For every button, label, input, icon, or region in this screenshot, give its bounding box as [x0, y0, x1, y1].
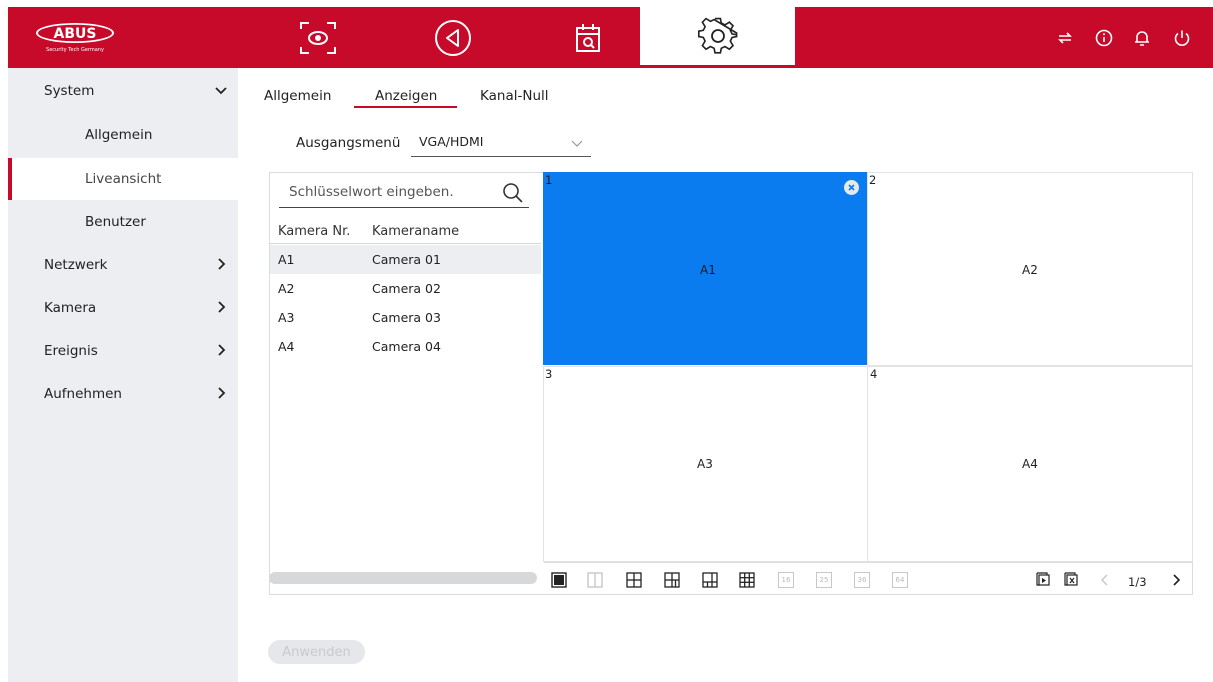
output-menu-value: VGA/HDMI	[419, 134, 484, 149]
swap-icon[interactable]	[1052, 25, 1078, 51]
camera-no: A1	[278, 252, 295, 267]
search-records-tab[interactable]	[548, 7, 628, 68]
chevron-right-icon	[218, 258, 226, 270]
next-page-icon[interactable]	[1168, 572, 1184, 588]
output-menu-label: Ausgangsmenü	[296, 135, 401, 151]
playback-icon	[435, 19, 471, 56]
power-icon[interactable]	[1169, 25, 1195, 51]
cell-number: 1	[545, 173, 553, 187]
camera-no: A4	[278, 339, 295, 354]
camera-search	[279, 180, 529, 208]
sidebar-item-system[interactable]: System	[8, 70, 238, 112]
logo-brand-text: ABUS	[54, 26, 97, 42]
chevron-right-icon	[218, 301, 226, 313]
cell-number: 4	[870, 367, 878, 381]
tab-anzeigen[interactable]: Anzeigen	[375, 88, 437, 104]
chevron-right-icon	[218, 344, 226, 356]
column-header-camera-name: Kameraname	[372, 224, 460, 239]
layout-4-icon[interactable]	[626, 572, 642, 588]
previous-page-icon[interactable]	[1097, 572, 1113, 588]
layout-16-icon[interactable]: 16	[778, 572, 794, 588]
view-cell-4[interactable]: 4 A4	[867, 366, 1193, 562]
settings-tab[interactable]	[640, 7, 795, 68]
chevron-right-icon	[218, 387, 226, 399]
abus-logo: ABUS Security Tech Germany	[28, 20, 122, 54]
camera-row[interactable]: A2 Camera 02	[270, 274, 541, 303]
live-view-icon	[300, 21, 336, 54]
bell-icon[interactable]	[1129, 25, 1155, 51]
sidebar-item-liveansicht[interactable]: Liveansicht	[8, 158, 238, 200]
start-sequence-icon[interactable]	[1034, 572, 1050, 588]
sidebar-item-label: Ereignis	[44, 343, 98, 359]
search-icon[interactable]	[501, 181, 525, 205]
search-input[interactable]	[287, 183, 491, 201]
camera-row[interactable]: A1 Camera 01	[270, 245, 541, 274]
info-icon[interactable]	[1091, 25, 1117, 51]
sidebar-item-label: Benutzer	[85, 214, 146, 230]
layout-9-icon[interactable]	[739, 572, 755, 588]
list-divider	[270, 243, 541, 244]
close-icon[interactable]	[844, 180, 859, 195]
camera-name: Camera 01	[372, 252, 441, 267]
camera-name: Camera 04	[372, 339, 441, 354]
top-navigation-bar: ABUS Security Tech Germany	[8, 7, 1213, 68]
schedule-search-icon	[576, 23, 600, 52]
cell-number: 2	[869, 173, 877, 187]
sidebar-item-kamera[interactable]: Kamera	[8, 287, 238, 329]
cell-camera-label: A2	[1022, 263, 1038, 277]
chevron-down-icon	[215, 87, 227, 95]
cell-camera-label: A4	[1022, 457, 1038, 471]
logo-tagline-text: Security Tech Germany	[46, 47, 104, 53]
cell-camera-label: A3	[697, 457, 713, 471]
camera-name: Camera 02	[372, 281, 441, 296]
camera-name: Camera 03	[372, 310, 441, 325]
sidebar-item-label: Netzwerk	[44, 257, 108, 273]
layout-36-icon[interactable]: 36	[854, 572, 870, 588]
page-indicator: 1/3	[1128, 575, 1147, 589]
sidebar-item-aufnehmen[interactable]: Aufnehmen	[8, 373, 238, 415]
sidebar-item-allgemein[interactable]: Allgemein	[8, 114, 238, 156]
chevron-down-icon	[571, 140, 583, 147]
view-cell-1[interactable]: 1 A1	[543, 172, 868, 365]
active-tab-underline	[354, 106, 457, 108]
layout-25-icon[interactable]: 25	[816, 572, 832, 588]
clear-all-icon[interactable]	[1062, 572, 1078, 588]
layout-2-icon[interactable]	[587, 572, 603, 588]
camera-no: A2	[278, 281, 295, 296]
camera-no: A3	[278, 310, 295, 325]
sidebar: System Allgemein Liveansicht Benutzer Ne…	[8, 68, 238, 682]
tab-kanal-null[interactable]: Kanal-Null	[480, 88, 549, 104]
layout-8-icon[interactable]	[702, 572, 718, 588]
sidebar-item-label: Aufnehmen	[44, 386, 122, 402]
view-cell-2[interactable]: 2 A2	[867, 172, 1193, 366]
sidebar-item-label: Liveansicht	[85, 171, 162, 187]
view-cell-3[interactable]: 3 A3	[543, 366, 868, 562]
cell-camera-label: A1	[700, 263, 716, 277]
sidebar-item-benutzer[interactable]: Benutzer	[8, 201, 238, 243]
sidebar-item-ereignis[interactable]: Ereignis	[8, 330, 238, 372]
layout-6-icon[interactable]	[664, 572, 680, 588]
layout-toolbar: 16 25 36 64 1/3	[544, 562, 1192, 595]
active-indicator	[8, 158, 12, 200]
playback-tab[interactable]	[413, 7, 493, 68]
camera-row[interactable]: A4 Camera 04	[270, 332, 541, 361]
output-menu-select[interactable]: VGA/HDMI	[411, 130, 591, 157]
cell-number: 3	[545, 367, 553, 381]
camera-row[interactable]: A3 Camera 03	[270, 303, 541, 332]
live-view-tab[interactable]	[268, 7, 368, 68]
settings-icon	[697, 17, 737, 54]
horizontal-scrollbar[interactable]	[269, 572, 537, 584]
layout-64-icon[interactable]: 64	[892, 572, 908, 588]
sidebar-item-netzwerk[interactable]: Netzwerk	[8, 244, 238, 286]
sidebar-item-label: Allgemein	[85, 127, 153, 143]
sidebar-item-label: System	[44, 83, 95, 99]
column-header-camera-no: Kamera Nr.	[278, 224, 351, 239]
layout-1-icon[interactable]	[551, 572, 567, 588]
apply-button[interactable]: Anwenden	[268, 640, 365, 664]
tab-allgemein[interactable]: Allgemein	[264, 88, 331, 104]
sidebar-item-label: Kamera	[44, 300, 97, 316]
